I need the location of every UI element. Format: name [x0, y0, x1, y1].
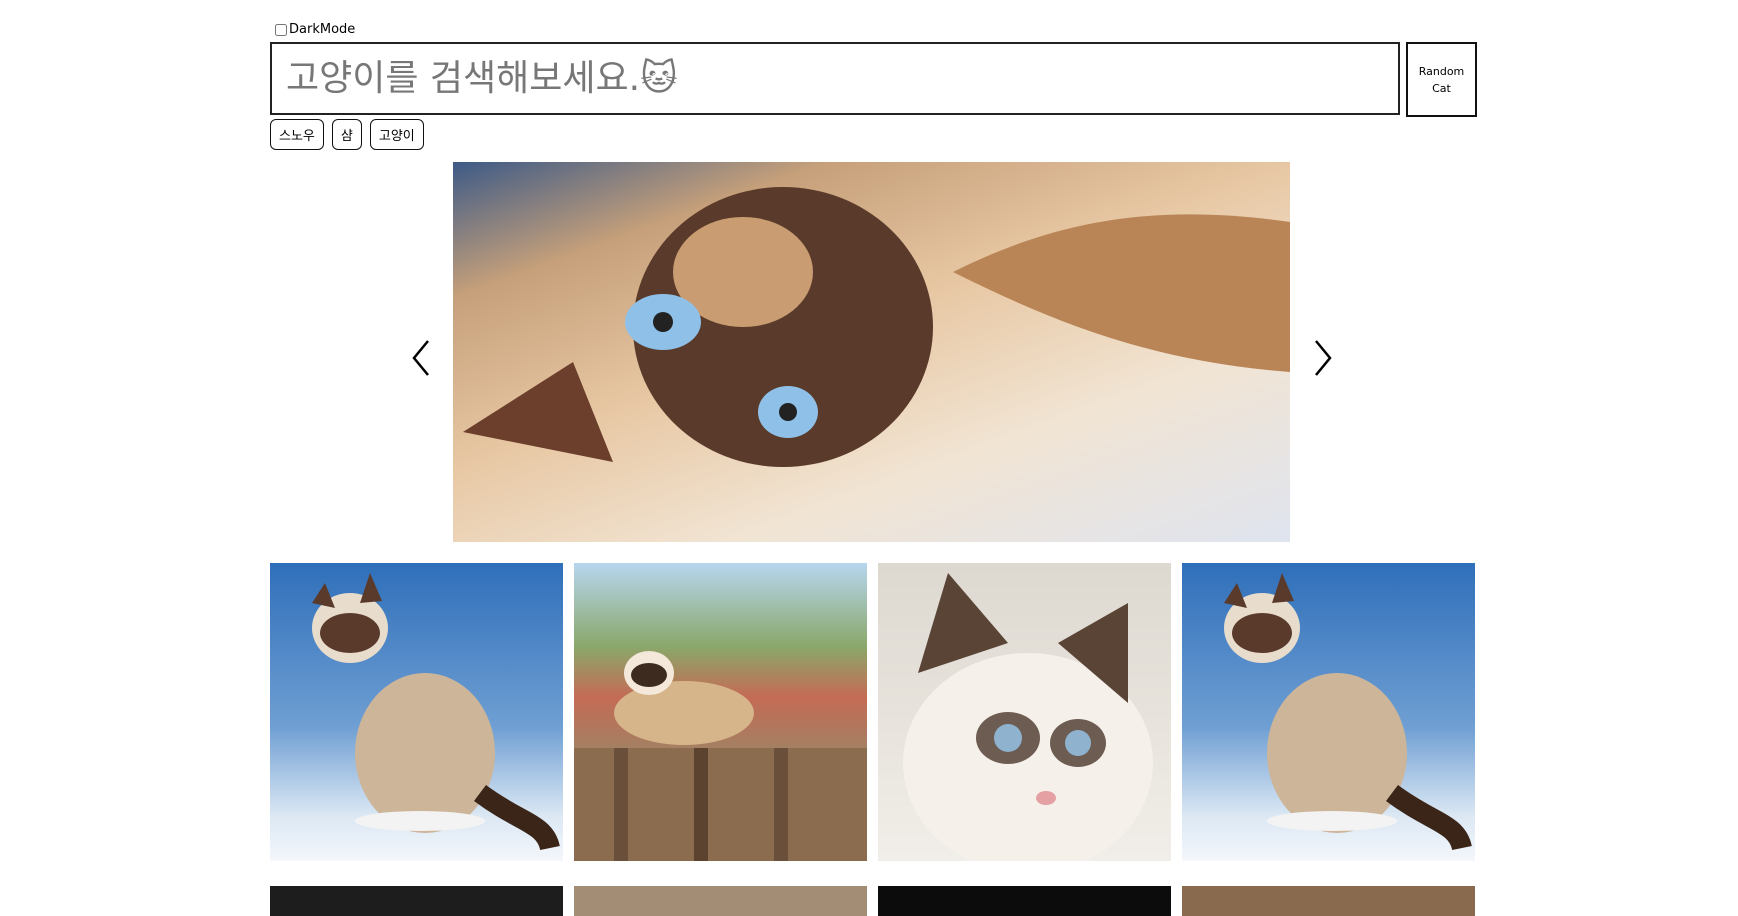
result-card[interactable]: [270, 886, 563, 916]
darkmode-toggle[interactable]: DarkMode: [275, 22, 355, 37]
result-card[interactable]: [574, 886, 867, 916]
banner-image: [453, 162, 1290, 542]
search-results: [270, 563, 1475, 916]
snowshoe-kitten-image: [903, 573, 1153, 861]
result-card[interactable]: [878, 563, 1171, 861]
darkmode-label: DarkMode: [289, 22, 356, 37]
snowshoe-cat-image: [1224, 573, 1472, 851]
carousel-next-button[interactable]: [1308, 338, 1338, 378]
random-cat-button[interactable]: Random Cat: [1406, 42, 1477, 117]
cat-on-fence-image: [574, 651, 867, 861]
random-cat-label: Random Cat: [1418, 64, 1465, 95]
search-input[interactable]: [270, 42, 1400, 115]
result-card[interactable]: [1182, 563, 1475, 861]
result-card[interactable]: [270, 563, 563, 861]
search-bar: Random Cat: [270, 42, 1674, 117]
result-card[interactable]: [1182, 886, 1475, 916]
chevron-left-icon: [412, 340, 429, 376]
carousel-prev-button[interactable]: [406, 338, 436, 378]
keyword-chip[interactable]: 샴: [331, 119, 362, 150]
darkmode-checkbox[interactable]: [275, 23, 287, 36]
siamese-cat-image: [463, 187, 1290, 467]
result-card[interactable]: [574, 563, 867, 861]
chevron-right-icon: [1315, 340, 1332, 376]
recent-keywords: 스노우 샴 고양이: [270, 119, 424, 150]
result-card[interactable]: [878, 886, 1171, 916]
keyword-chip[interactable]: 스노우: [270, 119, 324, 150]
keyword-chip[interactable]: 고양이: [369, 119, 424, 150]
snowshoe-cat-image: [312, 573, 560, 851]
